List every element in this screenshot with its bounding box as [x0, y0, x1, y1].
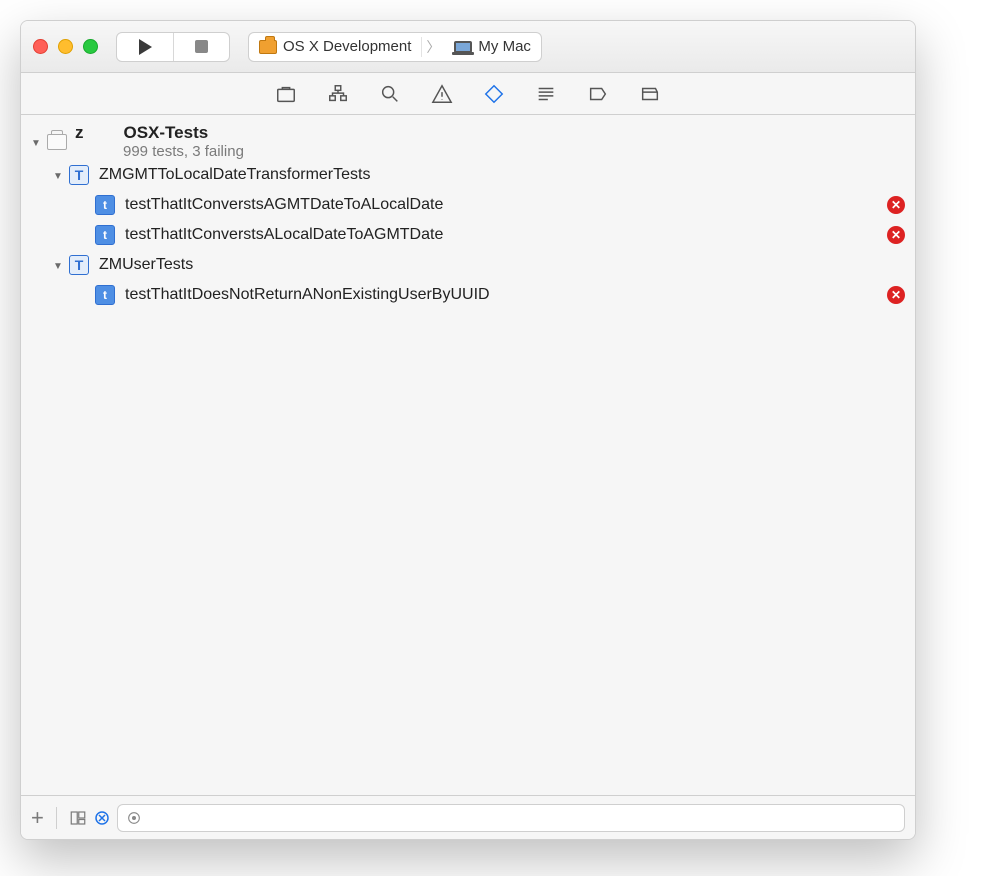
search-navigator-icon[interactable]: [379, 83, 401, 105]
disclosure-triangle-icon[interactable]: [29, 135, 43, 149]
scope-button[interactable]: [69, 809, 87, 827]
debug-navigator-icon[interactable]: [535, 83, 557, 105]
run-button[interactable]: [117, 33, 173, 61]
test-class-icon: T: [69, 165, 89, 185]
test-method-name: testThatItDoesNotReturnANonExistingUserB…: [125, 286, 490, 304]
test-method-icon: t: [95, 285, 115, 305]
destination-name: My Mac: [478, 38, 531, 55]
navigator-tab-bar: [21, 73, 915, 115]
test-class-row[interactable]: T ZMUserTests: [21, 250, 915, 280]
minimize-window-button[interactable]: [58, 39, 73, 54]
project-icon: [47, 134, 67, 150]
close-window-button[interactable]: [33, 39, 48, 54]
scheme-selector[interactable]: OS X Development 〉 My Mac: [248, 32, 542, 62]
scheme-segment[interactable]: OS X Development: [249, 33, 421, 61]
filter-bar: +: [21, 795, 915, 839]
symbol-navigator-icon[interactable]: [327, 83, 349, 105]
test-class-icon: T: [69, 255, 89, 275]
filter-input[interactable]: [142, 809, 896, 827]
test-class-row[interactable]: T ZMGMTToLocalDateTransformerTests: [21, 160, 915, 190]
stop-icon: [195, 40, 208, 53]
issue-navigator-icon[interactable]: [431, 83, 453, 105]
play-icon: [139, 39, 152, 55]
mac-icon: [454, 41, 472, 53]
titlebar: OS X Development 〉 My Mac: [21, 21, 915, 73]
disclosure-triangle-icon[interactable]: [51, 258, 65, 272]
test-method-name: testThatItConverstsAGMTDateToALocalDate: [125, 196, 443, 214]
run-stop-group: [116, 32, 230, 62]
test-fail-icon: ✕: [887, 196, 905, 214]
project-name: z: [75, 123, 84, 143]
test-fail-icon: ✕: [887, 286, 905, 304]
failed-only-button[interactable]: [93, 809, 111, 827]
xcode-window: OS X Development 〉 My Mac: [20, 20, 916, 840]
filter-scope-icon: [126, 810, 142, 826]
disclosure-triangle-icon[interactable]: [51, 168, 65, 182]
add-button[interactable]: +: [31, 805, 44, 831]
project-title: OSX-Tests: [124, 123, 209, 143]
divider: [56, 807, 57, 829]
test-fail-icon: ✕: [887, 226, 905, 244]
scheme-name: OS X Development: [283, 38, 411, 55]
project-navigator-icon[interactable]: [275, 83, 297, 105]
test-class-name: ZMGMTToLocalDateTransformerTests: [99, 166, 370, 184]
stop-button[interactable]: [173, 33, 229, 61]
briefcase-icon: [259, 40, 277, 54]
project-row[interactable]: z OSX-Tests 999 tests, 3 failing: [21, 119, 915, 160]
chevron-right-icon: 〉: [421, 37, 444, 57]
traffic-lights: [33, 39, 98, 54]
test-method-row[interactable]: t testThatItConverstsALocalDateToAGMTDat…: [21, 220, 915, 250]
test-method-name: testThatItConverstsALocalDateToAGMTDate: [125, 226, 443, 244]
project-subtitle: 999 tests, 3 failing: [123, 143, 244, 160]
destination-segment[interactable]: My Mac: [444, 33, 541, 61]
test-class-name: ZMUserTests: [99, 256, 193, 274]
filter-field[interactable]: [117, 804, 905, 832]
test-method-icon: t: [95, 195, 115, 215]
test-method-row[interactable]: t testThatItConverstsAGMTDateToALocalDat…: [21, 190, 915, 220]
breakpoint-navigator-icon[interactable]: [587, 83, 609, 105]
test-navigator-tree: z OSX-Tests 999 tests, 3 failing T ZMGMT…: [21, 115, 915, 795]
test-navigator-icon[interactable]: [483, 83, 505, 105]
test-method-icon: t: [95, 225, 115, 245]
zoom-window-button[interactable]: [83, 39, 98, 54]
test-method-row[interactable]: t testThatItDoesNotReturnANonExistingUse…: [21, 280, 915, 310]
report-navigator-icon[interactable]: [639, 83, 661, 105]
